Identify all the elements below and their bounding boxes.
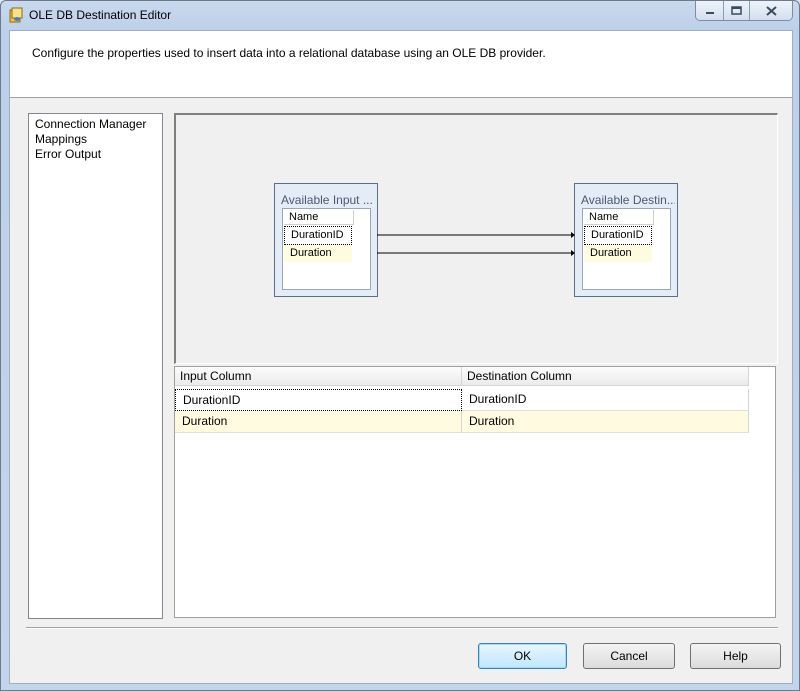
title-bar[interactable]: OLE DB Destination Editor [1,1,799,29]
cancel-button[interactable]: Cancel [583,643,675,669]
destination-column-header[interactable]: Destination Column [462,367,749,386]
arrow-head-icon [571,250,575,256]
mapping-line-duration[interactable] [377,250,575,256]
page-navigation-list: Connection Manager Mappings Error Output [28,113,163,619]
minimize-icon [705,7,715,15]
table-row[interactable]: Duration Duration [175,411,749,433]
window-controls [695,1,793,21]
description-text: Configure the properties used to insert … [32,46,546,60]
window-title: OLE DB Destination Editor [29,8,171,22]
input-column-cell[interactable]: DurationID [175,389,462,411]
nav-item-connection-manager[interactable]: Connection Manager [29,117,162,132]
maximize-button[interactable] [724,1,750,20]
button-separator [26,627,778,629]
dialog-window: OLE DB Destination Editor Configure the … [0,0,800,691]
ok-button[interactable]: OK [478,643,567,669]
mapping-diagram: Available Input ... Name DurationID Dura… [174,113,778,364]
mapping-line-durationid[interactable] [377,232,575,238]
mapping-lines [176,115,777,363]
close-icon [766,6,777,16]
maximize-icon [731,6,742,15]
mappings-grid[interactable]: Input Column Destination Column Duration… [174,366,776,618]
destination-column-cell[interactable]: Duration [462,411,749,433]
description-panel: Configure the properties used to insert … [10,31,792,98]
nav-item-mappings[interactable]: Mappings [29,132,162,147]
help-button[interactable]: Help [690,643,781,669]
input-column-cell[interactable]: Duration [175,411,462,433]
grid-header-row: Input Column Destination Column [175,367,749,387]
minimize-button[interactable] [696,1,724,20]
arrow-head-icon [571,232,575,238]
destination-column-cell[interactable]: DurationID [462,389,749,411]
ssis-destination-icon [9,7,23,23]
input-column-header[interactable]: Input Column [175,367,462,386]
close-button[interactable] [750,1,792,20]
table-row[interactable]: DurationID DurationID [175,389,749,411]
nav-item-error-output[interactable]: Error Output [29,147,162,162]
dialog-client-area: Configure the properties used to insert … [9,30,793,684]
